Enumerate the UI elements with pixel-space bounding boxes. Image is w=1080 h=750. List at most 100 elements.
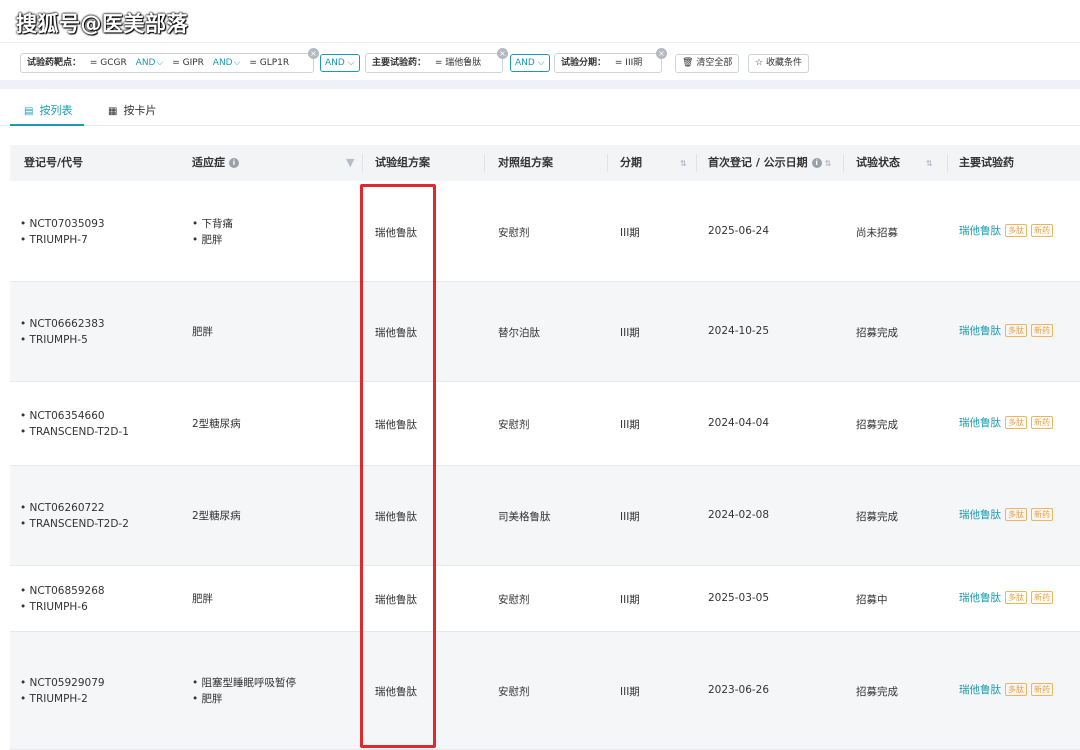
filter-drug-value: = 瑞他鲁肽 [434,58,482,68]
filter-chip-phase[interactable]: 试验分期： = III期 × [554,48,667,73]
drug-link[interactable]: 瑞他鲁肽 [959,592,1001,604]
registration-id-cell: • NCT06662383 • TRIUMPH-5 [20,316,105,348]
date-cell: 2025-03-05 [708,592,770,604]
column-divider [607,154,608,172]
col-header-phase-label: 分期 [620,156,642,169]
drug-link[interactable]: 瑞他鲁肽 [959,684,1001,696]
column-divider [843,154,844,172]
watermark: 搜狐号@医美部落 [16,12,188,36]
registration-id-cell: • NCT06354660 • TRANSCEND-T2D-1 [20,408,129,440]
drug-tag: 多肽 [1005,683,1027,696]
col-header-arm[interactable]: 试验组方案 [375,145,430,181]
drug-cell: 瑞他鲁肽 多肽 新药 [959,415,1053,430]
table-row[interactable]: • NCT06260722 • TRANSCEND-T2D-2 2型糖尿病 瑞他鲁肽 司… [10,466,1080,566]
drug-tag: 新药 [1031,591,1053,604]
table-row[interactable]: • NCT06354660 • TRANSCEND-T2D-1 2型糖尿病 瑞他鲁肽 安… [10,382,1080,466]
close-icon[interactable]: × [308,48,319,59]
save-filter-button[interactable]: ☆ 收藏条件 [748,54,809,73]
drug-link[interactable]: 瑞他鲁肽 [959,417,1001,429]
filter-phase-label: 试验分期： [561,58,607,68]
filter-chip-target[interactable]: 试验药靶点： = GCGR AND⌵ = GIPR AND⌵ = GLP1R × [20,48,319,73]
status-cell: 招募完成 [856,511,898,523]
sort-icon[interactable]: ⇅ [926,159,933,168]
table-row[interactable]: • NCT06859268 • TRIUMPH-6 肥胖 瑞他鲁肽 安慰剂 III期 202… [10,566,1080,632]
drug-link[interactable]: 瑞他鲁肽 [959,509,1001,521]
indication-cell: • 下背痛 • 肥胖 [192,216,233,248]
view-tabs: ▤ 按列表 ▦ 按卡片 [0,96,1080,126]
sort-icon[interactable]: ⇅ [825,159,832,168]
filter-target-label: 试验药靶点： [27,58,82,68]
chevron-down-icon[interactable]: ⌵ [156,58,163,68]
col-header-id[interactable]: 登记号/代号 [24,145,83,181]
drug-link[interactable]: 瑞他鲁肽 [959,325,1001,337]
tab-card[interactable]: ▦ 按卡片 [108,102,156,118]
phase-cell: III期 [620,686,640,698]
drug-link[interactable]: 瑞他鲁肽 [959,225,1001,237]
control-cell: 安慰剂 [498,227,530,239]
phase-cell: III期 [620,227,640,239]
indication-cell-line: • 肥胖 [192,693,223,705]
col-header-status-label: 试验状态 [856,156,900,169]
filter-target-value-1: = GCGR [89,58,127,68]
drug-tag: 新药 [1031,508,1053,521]
drug-tag: 多肽 [1005,324,1027,337]
registration-id-cell-line: • TRIUMPH-7 [20,234,88,246]
filter-chip-drug[interactable]: 主要试验药： = 瑞他鲁肽 × [365,48,508,73]
tab-list[interactable]: ▤ 按列表 [24,102,72,118]
col-header-control[interactable]: 对照组方案 [498,145,553,181]
registration-id-cell: • NCT07035093 • TRIUMPH-7 [20,216,105,248]
grid-icon: ▦ [108,106,118,117]
close-icon[interactable]: × [656,48,667,59]
clear-all-label: 清空全部 [696,58,733,68]
info-icon[interactable]: i [811,158,822,168]
drug-cell: 瑞他鲁肽 多肽 新药 [959,682,1053,697]
phase-cell: III期 [620,594,640,606]
filter-and-op-2[interactable]: AND [213,58,233,68]
status-cell: 招募完成 [856,686,898,698]
col-header-status[interactable]: 试验状态 ⇅ [856,145,933,181]
col-header-date[interactable]: 首次登记 / 公示日期 i ⇅ [708,145,831,181]
clear-all-button[interactable]: 🗑 清空全部 [675,54,740,73]
chevron-down-icon[interactable]: ⌵ [234,58,241,68]
table-row[interactable]: • NCT06662383 • TRIUMPH-5 肥胖 瑞他鲁肽 替尔泊肽 III期 20… [10,282,1080,382]
control-cell: 安慰剂 [498,419,530,431]
info-icon[interactable]: i [229,158,239,168]
phase-cell: III期 [620,327,640,339]
indication-cell-line: • 阻塞型睡眠呼吸暂停 [192,677,297,689]
indication-cell-line: 肥胖 [192,326,213,338]
phase-cell: III期 [620,511,640,523]
star-icon: ☆ [755,58,764,68]
col-header-indication[interactable]: 适应症 i [192,145,239,181]
column-divider [696,154,697,172]
filter-and-select-1[interactable]: AND ⌵ [320,54,360,72]
sort-icon[interactable]: ⇅ [680,159,687,168]
filter-and-op-1[interactable]: AND [136,58,156,68]
col-header-drug[interactable]: 主要试验药 [959,145,1014,181]
date-cell: 2023-06-26 [708,684,770,696]
indication-cell: 2型糖尿病 [192,416,241,432]
drug-tag: 多肽 [1005,416,1027,429]
filter-phase-value: = III期 [614,58,643,68]
status-cell: 尚未招募 [856,227,898,239]
filter-and-select-2[interactable]: AND ⌵ [510,54,550,72]
registration-id-cell-line: • TRANSCEND-T2D-2 [20,518,129,530]
filter-icon[interactable]: ▼ [346,145,354,181]
indication-cell: 肥胖 [192,324,213,340]
close-icon[interactable]: × [497,48,508,59]
col-header-indication-label: 适应症 [192,156,225,169]
registration-id-cell: • NCT05929079 • TRIUMPH-2 [20,675,105,707]
save-filter-label: 收藏条件 [765,58,802,68]
tab-list-label: 按列表 [39,104,73,117]
table-row[interactable]: • NCT05929079 • TRIUMPH-2 • 阻塞型睡眠呼吸暂停 • 肥胖 瑞… [10,632,1080,750]
table-row[interactable]: • NCT07035093 • TRIUMPH-7 • 下背痛 • 肥胖 瑞他鲁肽 安慰剂… [10,182,1080,282]
registration-id-cell-line: • NCT05929079 [20,677,105,689]
status-cell: 招募完成 [856,327,898,339]
indication-cell: 肥胖 [192,591,213,607]
phase-cell: III期 [620,419,640,431]
drug-tag: 新药 [1031,683,1053,696]
col-header-phase[interactable]: 分期 ⇅ [620,145,687,181]
table-header: 登记号/代号 适应症 i ▼ 试验组方案 对照组方案 分期 ⇅ 首次登记 / 公示日… [10,145,1080,181]
indication-cell-line: 肥胖 [192,593,213,605]
drug-tag: 多肽 [1005,224,1027,237]
registration-id-cell-line: • NCT07035093 [20,218,105,230]
